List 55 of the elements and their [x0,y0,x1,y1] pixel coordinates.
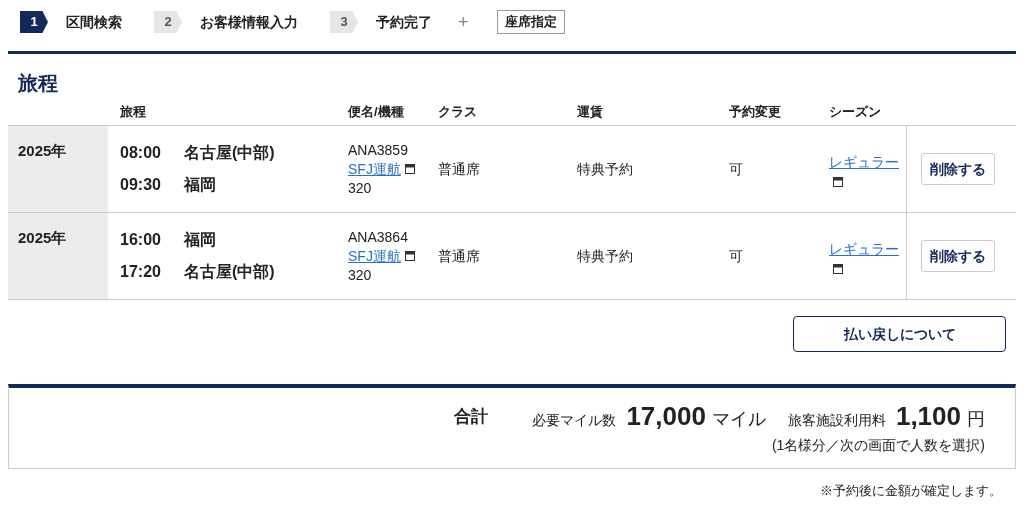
flight-time: 08:00 [120,143,162,163]
miles-value: 17,000 [626,402,706,430]
delete-button[interactable]: 削除する [920,153,995,185]
flight-number: ANA3859 [348,140,409,160]
season-link[interactable]: レギュラー [829,238,899,260]
step-number: 1 [20,11,48,33]
refund-button[interactable]: 払い戻しについて [793,316,1006,352]
aircraft-type: 320 [348,178,373,198]
column-header: 旅程 [119,102,147,121]
fee-value: 1,100 [895,402,961,430]
operator-link[interactable]: SFJ運航 [348,159,401,179]
plus-sign: + [458,10,469,34]
step-label: 予約完了 [376,12,432,32]
step-number: 2 [154,11,182,33]
step-label: お客様情報入力 [200,12,298,32]
column-header: 運賃 [576,102,604,121]
flight-number: ANA3864 [348,227,409,247]
step-label: 座席指定 [496,10,565,34]
section-title: 旅程 [17,71,59,96]
step-number: 3 [330,11,358,33]
season-link[interactable]: レギュラー [829,151,899,173]
window-icon [404,251,415,261]
table-cell-text: 可 [729,246,743,266]
table-cell-text: 特典予約 [577,159,633,179]
miles-unit: マイル [711,408,766,431]
flight-time: 17:20 [120,262,162,282]
table-cell-text: 可 [729,159,743,179]
window-icon [833,263,843,274]
column-header: シーズン [828,102,882,121]
flight-time: 09:30 [120,175,162,195]
column-header: 予約変更 [728,102,782,121]
airport-name: 福岡 [184,175,216,195]
date-text: 2025年 [18,229,67,246]
date-text: 2025年 [18,142,67,159]
delete-button[interactable]: 削除する [920,240,995,272]
airport-name: 名古屋(中部) [184,262,275,282]
column-header: クラス [437,102,478,121]
flight-time: 16:00 [120,230,162,250]
summary-title: 合計 [454,406,489,428]
fee-unit: 円 [967,408,985,431]
footnote: ※予約後に金額が確定します。 [820,482,1002,500]
table-cell-text: 特典予約 [577,246,633,266]
table-cell-text: 普通席 [438,246,480,266]
step-label: 区間検索 [66,12,122,32]
miles-label: 必要マイル数 [532,411,617,430]
table-cell-text: 普通席 [438,159,480,179]
window-icon [833,176,843,187]
airport-name: 福岡 [184,230,216,250]
operator-link[interactable]: SFJ運航 [348,246,401,266]
window-icon [404,164,415,174]
column-header: 便名/機種 [346,102,405,121]
fee-label: 旅客施設利用料 [787,411,886,430]
airport-name: 名古屋(中部) [184,143,275,163]
fee-note: (1名様分／次の画面で人数を選択) [771,436,985,455]
aircraft-type: 320 [348,265,373,285]
